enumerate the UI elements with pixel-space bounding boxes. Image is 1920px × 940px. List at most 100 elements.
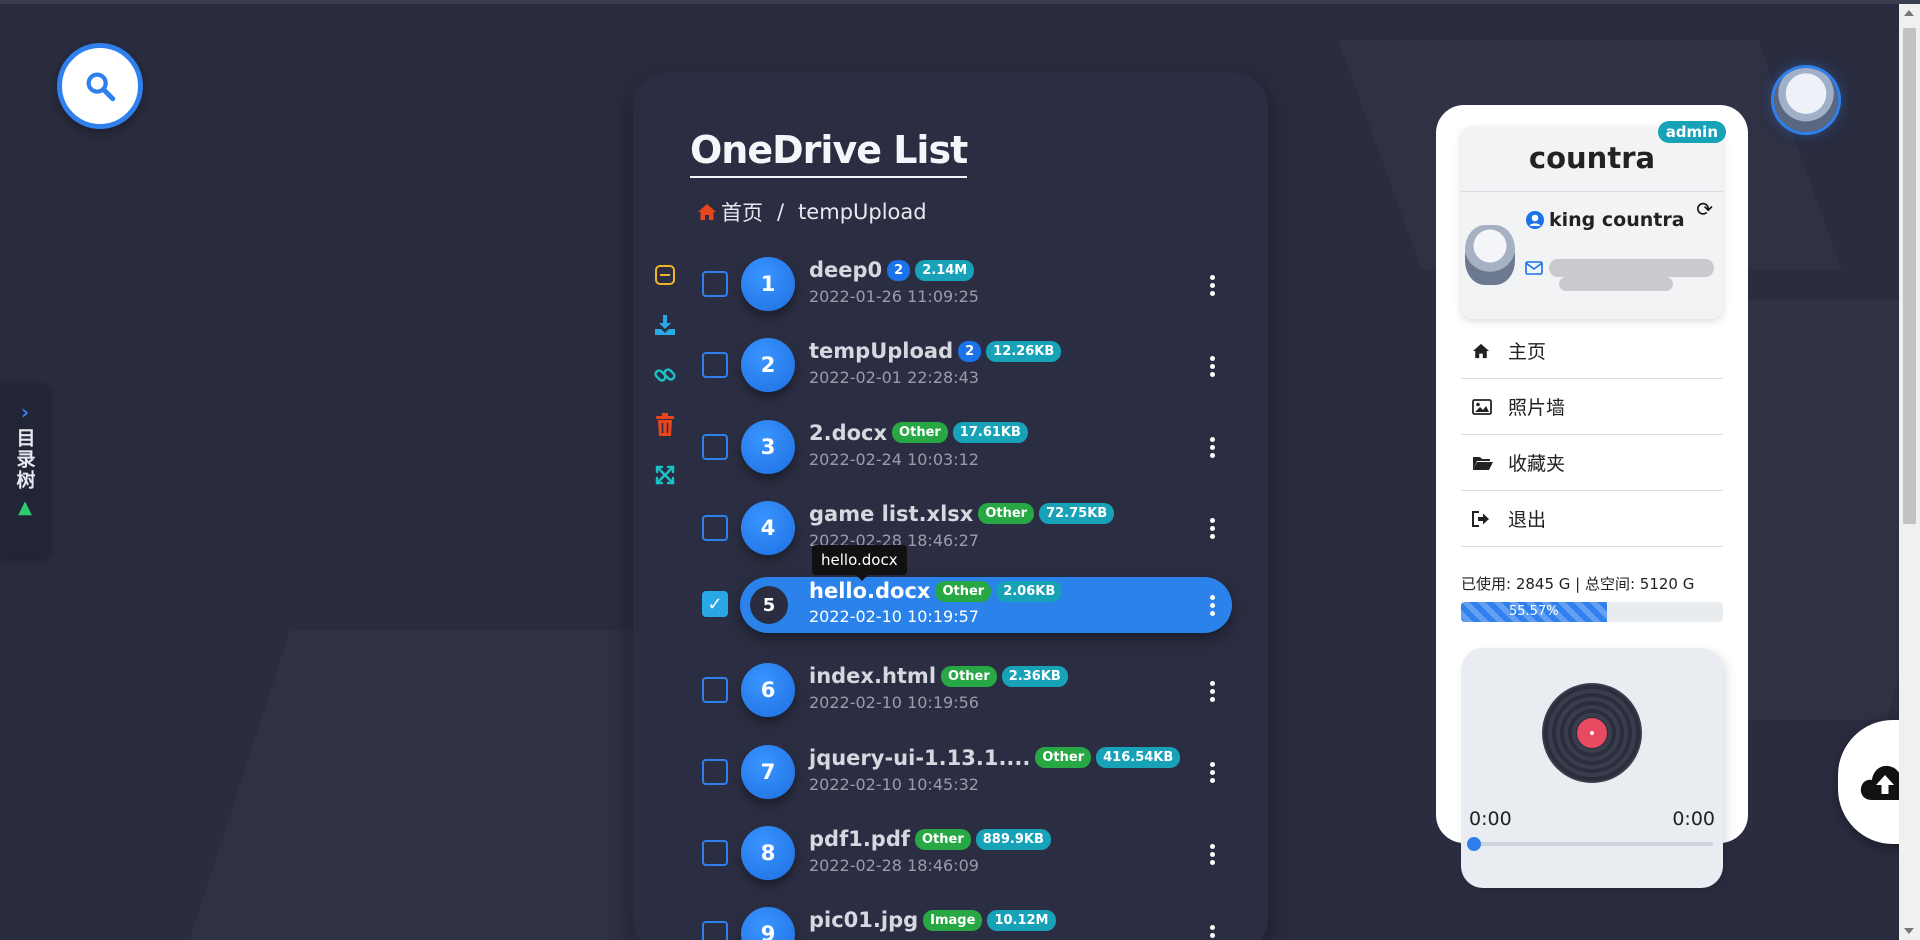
fullscreen-button[interactable] [652,462,678,488]
row-index: 9 [741,907,795,940]
expand-icon [655,465,675,485]
storage-progress-fill: 55.57% [1461,602,1607,622]
menu-item-label: 退出 [1508,509,1547,531]
file-name-text[interactable]: hello.docx [809,579,930,603]
type-badge: Image [923,909,983,931]
menu-item-logout[interactable]: 退出 [1461,491,1723,547]
file-name-text[interactable]: tempUpload [809,339,953,363]
file-row[interactable]: 4 game list.xlsx Other 72.75KB 2022-02-28 18… [700,494,1240,575]
player-seek-bar[interactable] [1466,837,1713,851]
more-options-icon[interactable] [1204,516,1220,542]
row-checkbox[interactable] [702,921,728,940]
home-icon [698,204,716,220]
file-row[interactable]: ✓ 5 hello.docx Other 2.06KB 2022-02-10 10:19:… [700,575,1240,656]
copy-link-button[interactable] [652,362,678,388]
file-name-text[interactable]: 2.docx [809,421,887,445]
file-row[interactable]: 1 deep0 2 2.14M 2022-01-26 11:09:25 [700,250,1240,331]
more-options-icon[interactable] [1204,353,1220,379]
file-name[interactable]: jquery-ui-1.13.1.... Other 416.54KB [809,746,1185,770]
more-options-icon[interactable] [1204,435,1220,461]
search-button[interactable] [57,43,143,129]
download-icon [655,315,675,335]
size-badge: 2.14M [915,259,975,281]
scroll-up-arrow[interactable] [1904,10,1914,16]
player-duration: 0:00 [1672,808,1715,830]
file-name[interactable]: game list.xlsx Other 72.75KB [809,502,1119,526]
file-row[interactable]: 9 pic01.jpg Image 10.12M [700,900,1240,940]
file-row[interactable]: 6 index.html Other 2.36KB 2022-02-10 10:19:5… [700,656,1240,737]
file-row[interactable]: 8 pdf1.pdf Other 889.9KB 2022-02-28 18:46:09 [700,819,1240,900]
menu-item-label: 主页 [1508,341,1547,363]
user-avatar[interactable] [1774,68,1838,132]
file-row[interactable]: 3 2.docx Other 17.61KB 2022-02-24 10:03:12 [700,413,1240,494]
file-name[interactable]: deep0 2 2.14M [809,258,979,282]
select-toggle-button[interactable] [652,262,678,288]
delete-button[interactable] [652,412,678,438]
filename-tooltip: hello.docx [812,545,907,581]
row-checkbox[interactable] [702,758,728,785]
size-badge: 17.61KB [952,422,1028,444]
page-scrollbar[interactable] [1899,4,1920,940]
menu-item-favorites[interactable]: 收藏夹 [1461,435,1723,491]
row-checkbox[interactable] [702,840,728,867]
file-date: 2022-02-10 10:45:32 [809,774,979,794]
file-name[interactable]: index.html Other 2.36KB [809,664,1073,688]
menu-item-home[interactable]: 主页 [1461,323,1723,379]
file-row[interactable]: 2 tempUpload 2 12.26KB 2022-02-01 22:28:43 [700,331,1240,412]
file-name-text[interactable]: pic01.jpg [809,908,918,932]
file-name-text[interactable]: pdf1.pdf [809,827,910,851]
breadcrumb: 首页 / tempUpload [697,197,927,227]
display-name: king countra [1525,209,1685,231]
download-button[interactable] [652,312,678,338]
file-name-text[interactable]: index.html [809,664,936,688]
file-date: 2022-01-26 11:09:25 [809,287,979,306]
type-badge: Other [935,580,992,602]
role-badge: admin [1657,121,1726,143]
more-options-icon[interactable] [1204,678,1220,704]
refresh-icon[interactable]: ⟳ [1696,197,1713,221]
row-checkbox[interactable] [702,514,728,541]
more-options-icon[interactable] [1204,592,1220,618]
more-options-icon[interactable] [1204,841,1220,867]
row-index: 8 [741,826,795,881]
redacted-email [1549,259,1714,277]
row-index: 5 [750,586,788,625]
file-name[interactable]: hello.docx Other 2.06KB [809,579,1067,603]
more-options-icon[interactable] [1204,760,1220,786]
row-index: 3 [741,419,795,474]
file-name[interactable]: pdf1.pdf Other 889.9KB [809,827,1056,851]
count-badge: 2 [887,259,911,281]
file-name-text[interactable]: deep0 [809,258,882,282]
row-index: 1 [741,257,795,311]
row-checkbox[interactable] [702,433,728,460]
scroll-down-arrow[interactable] [1904,928,1914,934]
file-name-text[interactable]: jquery-ui-1.13.1.... [809,746,1030,770]
more-options-icon[interactable] [1204,272,1220,298]
row-checkbox[interactable]: ✓ [702,591,728,618]
breadcrumb-home-link[interactable]: 首页 [721,197,763,227]
type-badge: Other [892,422,948,444]
breadcrumb-current[interactable]: tempUpload [798,200,927,224]
vinyl-disc-icon[interactable] [1542,683,1642,783]
row-checkbox[interactable] [702,677,728,704]
music-player: 0:00 0:00 [1461,648,1723,888]
row-checkbox[interactable] [702,352,728,379]
file-toolbar [652,262,678,512]
seek-knob[interactable] [1466,837,1481,851]
storage-progress-bar: 55.57% [1461,602,1723,622]
more-options-icon[interactable] [1204,922,1220,940]
row-checkbox[interactable] [702,271,728,297]
file-name[interactable]: pic01.jpg Image 10.12M [809,908,1061,932]
file-name[interactable]: tempUpload 2 12.26KB [809,339,1066,363]
file-name[interactable]: 2.docx Other 17.61KB [809,421,1033,445]
file-name-text[interactable]: game list.xlsx [809,502,973,526]
directory-tree-toggle[interactable]: › 目录树 ▲ [0,384,50,558]
menu-item-photos[interactable]: 照片墙 [1461,379,1723,435]
profile-menu: 主页 照片墙 收藏夹 退出 [1461,323,1723,547]
username: countra [1528,141,1656,175]
file-row[interactable]: 7 jquery-ui-1.13.1.... Other 416.54KB 2022-0… [700,738,1240,819]
profile-panel: admin countra ⟳ king countra 主页 照片墙 收藏夹 … [1436,105,1748,888]
display-name-text: king countra [1549,209,1685,231]
home-icon [1472,343,1494,359]
scrollbar-thumb[interactable] [1903,28,1916,524]
